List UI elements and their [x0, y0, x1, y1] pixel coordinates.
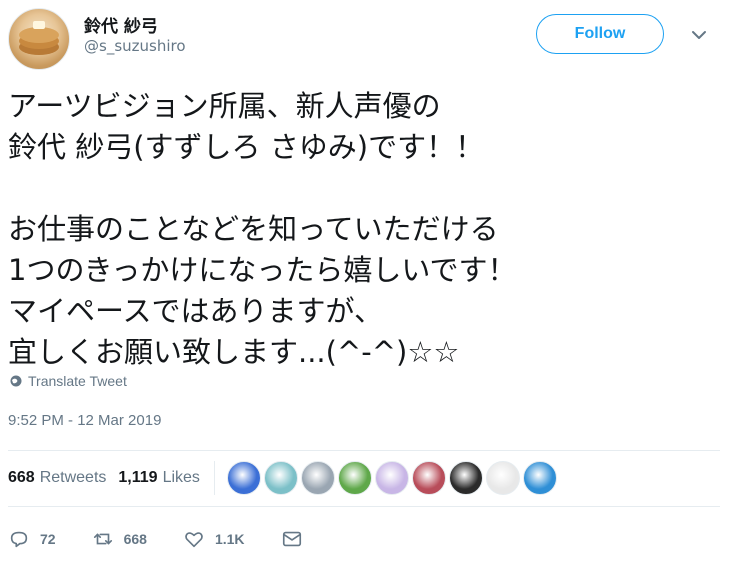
retweets-label: Retweets — [39, 469, 107, 486]
retweet-count: 668 — [123, 531, 147, 547]
like-button[interactable]: 1.1K — [183, 528, 245, 550]
pancake-image — [19, 27, 59, 43]
liker-avatar[interactable] — [448, 461, 483, 495]
liker-avatar[interactable] — [374, 461, 409, 495]
reply-button[interactable]: 72 — [8, 528, 56, 550]
tweet-text: アーツビジョン所属、新人声優の 鈴代 紗弓(すずしろ さゆみ)です！！ お仕事の… — [8, 89, 517, 369]
retweets-count: 668 — [8, 469, 35, 486]
translate-label: Translate Tweet — [28, 373, 127, 389]
like-count: 1.1K — [214, 531, 245, 547]
butter-image — [33, 21, 45, 29]
reply-count: 72 — [40, 531, 56, 547]
likes-stat[interactable]: 1,119 Likes — [118, 469, 200, 487]
reply-icon — [10, 531, 28, 548]
chevron-down-icon[interactable] — [690, 26, 708, 44]
display-name[interactable]: 鈴代 紗弓 — [84, 12, 158, 37]
tweet-stats: 668 Retweets 1,119 Likes — [8, 451, 720, 505]
liker-avatar[interactable] — [300, 461, 335, 495]
liker-avatar[interactable] — [411, 461, 446, 495]
globe-icon — [10, 375, 22, 387]
envelope-icon — [282, 531, 301, 547]
retweets-stat[interactable]: 668 Retweets — [8, 469, 106, 487]
retweet-button[interactable]: 668 — [92, 528, 147, 550]
tweet-timestamp[interactable]: 9:52 PM - 12 Mar 2019 — [8, 412, 161, 429]
liker-avatar[interactable] — [522, 461, 557, 495]
direct-message-button[interactable] — [281, 528, 303, 550]
liker-avatar[interactable] — [263, 461, 298, 495]
retweet-icon — [93, 533, 112, 545]
liker-avatar[interactable] — [337, 461, 372, 495]
translate-tweet-link[interactable]: Translate Tweet — [10, 373, 127, 389]
user-handle[interactable]: @s_suzushiro — [84, 37, 186, 55]
divider-bottom — [8, 506, 720, 507]
follow-button[interactable]: Follow — [536, 14, 664, 54]
likes-count: 1,119 — [118, 469, 158, 486]
liker-avatar[interactable] — [485, 461, 520, 495]
heart-icon — [185, 532, 203, 548]
liker-avatar[interactable] — [226, 461, 261, 495]
tweet-header: 鈴代 紗弓 @s_suzushiro Follow — [8, 8, 720, 70]
tweet-actions: 72 668 1.1K — [8, 524, 339, 554]
avatar[interactable] — [8, 8, 70, 70]
likers-avatars — [226, 461, 557, 495]
likes-label: Likes — [162, 469, 200, 486]
stats-separator — [213, 461, 215, 495]
